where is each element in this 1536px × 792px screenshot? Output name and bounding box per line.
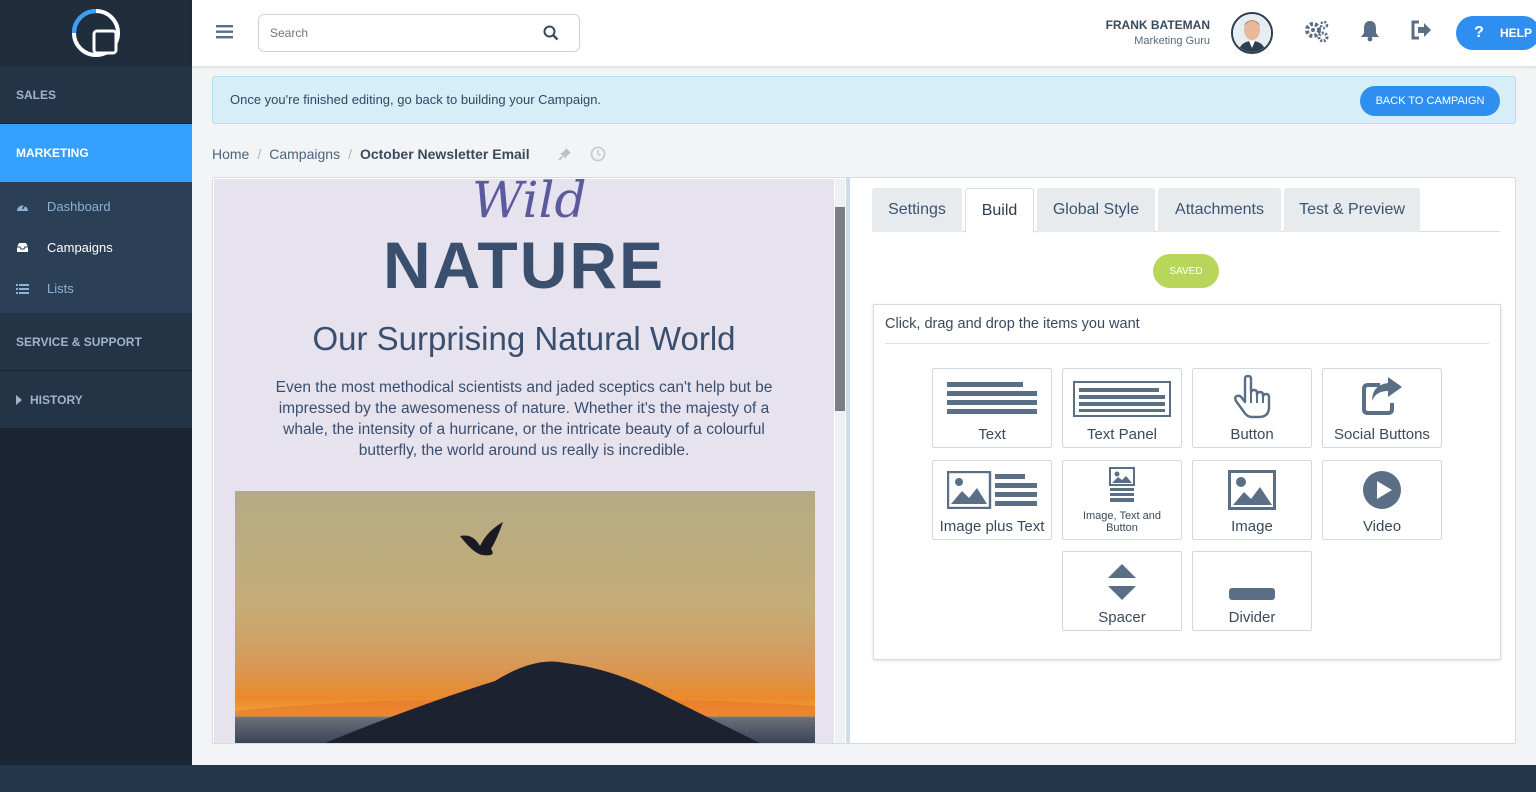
block-image[interactable]: Image bbox=[1192, 460, 1312, 540]
top-header: FRANK BATEMAN Marketing Guru ? HELP bbox=[192, 0, 1536, 66]
user-info[interactable]: FRANK BATEMAN Marketing Guru bbox=[1106, 18, 1210, 47]
scrollbar-thumb[interactable] bbox=[835, 207, 845, 411]
block-text[interactable]: Text bbox=[932, 368, 1052, 448]
sidebar-section-history[interactable]: HISTORY bbox=[0, 371, 192, 429]
help-button[interactable]: ? HELP bbox=[1456, 16, 1536, 50]
avatar[interactable] bbox=[1231, 12, 1273, 54]
sidebar-item-lists[interactable]: Lists bbox=[0, 268, 192, 309]
block-divider[interactable]: Divider bbox=[1192, 551, 1312, 631]
block-image-text-button[interactable]: Image, Text and Button bbox=[1062, 460, 1182, 540]
list-icon bbox=[16, 284, 29, 294]
clock-icon[interactable] bbox=[590, 146, 606, 162]
dashboard-icon bbox=[17, 204, 28, 211]
banner-message: Once you're finished editing, go back to… bbox=[230, 92, 602, 107]
caret-right-icon bbox=[16, 394, 22, 405]
tab-test-preview[interactable]: Test & Preview bbox=[1284, 188, 1420, 232]
editor-card: Wild NATURE Our Surprising Natural World… bbox=[212, 177, 1516, 744]
info-banner: Once you're finished editing, go back to… bbox=[212, 76, 1516, 124]
image-text-icon bbox=[947, 471, 1037, 509]
play-video-icon bbox=[1363, 471, 1401, 509]
logo-script-text: Wild bbox=[472, 179, 587, 229]
block-image-plus-text[interactable]: Image plus Text bbox=[932, 460, 1052, 540]
text-lines-icon bbox=[947, 382, 1037, 414]
breadcrumb: Home / Campaigns / October Newsletter Em… bbox=[212, 146, 606, 162]
logout-icon[interactable] bbox=[1410, 20, 1432, 40]
block-social-buttons[interactable]: Social Buttons bbox=[1322, 368, 1442, 448]
sidebar-section-marketing[interactable]: MARKETING bbox=[0, 124, 192, 182]
sidebar-section-service[interactable]: SERVICE & SUPPORT bbox=[0, 313, 192, 371]
hand-pointer-icon bbox=[1234, 375, 1271, 419]
whale-sunset-image bbox=[235, 491, 815, 743]
email-preview[interactable]: Wild NATURE Our Surprising Natural World… bbox=[214, 179, 834, 743]
inbox-icon bbox=[17, 243, 28, 252]
block-text-panel[interactable]: Text Panel bbox=[1062, 368, 1182, 448]
user-name: FRANK BATEMAN bbox=[1105, 18, 1210, 32]
block-spacer[interactable]: Spacer bbox=[1062, 551, 1182, 631]
search-input[interactable] bbox=[270, 26, 530, 40]
back-to-campaign-button[interactable]: BACK TO CAMPAIGN bbox=[1360, 86, 1500, 116]
user-avatar-image bbox=[1233, 14, 1271, 52]
share-icon bbox=[1362, 377, 1402, 415]
search-box bbox=[258, 14, 580, 52]
hamburger-menu-icon[interactable] bbox=[216, 24, 234, 40]
breadcrumb-campaigns[interactable]: Campaigns bbox=[269, 146, 340, 162]
palette-divider bbox=[885, 343, 1489, 344]
block-video[interactable]: Video bbox=[1322, 460, 1442, 540]
logo-title-text: NATURE bbox=[382, 228, 666, 302]
breadcrumb-separator: / bbox=[257, 146, 262, 162]
breadcrumb-home[interactable]: Home bbox=[212, 146, 249, 162]
editor-tabs: Settings Build Global Style Attachments … bbox=[872, 188, 1500, 233]
marketing-submenu: Dashboard Campaigns Lists bbox=[0, 182, 192, 313]
saved-status-badge: SAVED bbox=[1153, 254, 1219, 288]
app-logo[interactable] bbox=[0, 0, 192, 66]
divider-bar-icon bbox=[1229, 588, 1275, 600]
sidebar: SALES MARKETING Dashboard Campaigns List… bbox=[0, 0, 192, 765]
breadcrumb-current: October Newsletter Email bbox=[359, 146, 530, 162]
search-icon[interactable] bbox=[543, 25, 559, 41]
text-panel-icon bbox=[1073, 381, 1171, 417]
block-button[interactable]: Button bbox=[1192, 368, 1312, 448]
image-text-button-icon bbox=[1109, 467, 1135, 502]
palette-instruction: Click, drag and drop the items you want bbox=[885, 316, 1140, 332]
breadcrumb-separator: / bbox=[348, 146, 352, 162]
sidebar-item-dashboard[interactable]: Dashboard bbox=[0, 186, 192, 227]
content-blocks-palette: Click, drag and drop the items you want … bbox=[873, 304, 1501, 660]
tab-attachments[interactable]: Attachments bbox=[1158, 188, 1281, 232]
page-footer-bar bbox=[0, 765, 1536, 792]
preview-scrollbar[interactable] bbox=[835, 179, 845, 743]
settings-gears-icon[interactable] bbox=[1304, 20, 1330, 44]
notification-bell-icon[interactable] bbox=[1360, 20, 1380, 42]
logo-icon bbox=[72, 9, 120, 57]
spacer-arrows-icon bbox=[1108, 564, 1136, 600]
panel-splitter[interactable] bbox=[846, 178, 850, 743]
pin-icon[interactable] bbox=[558, 147, 572, 161]
tab-global-style[interactable]: Global Style bbox=[1037, 188, 1155, 232]
sidebar-item-campaigns[interactable]: Campaigns bbox=[0, 227, 192, 268]
email-headline: Our Surprising Natural World bbox=[312, 320, 736, 357]
sidebar-section-sales[interactable]: SALES bbox=[0, 66, 192, 124]
question-icon: ? bbox=[1474, 24, 1484, 41]
tab-settings[interactable]: Settings bbox=[872, 188, 962, 232]
email-paragraph: Even the most methodical scientists and … bbox=[275, 379, 773, 459]
tab-build[interactable]: Build bbox=[965, 188, 1034, 233]
image-icon bbox=[1228, 470, 1276, 510]
user-role: Marketing Guru bbox=[1134, 35, 1210, 47]
